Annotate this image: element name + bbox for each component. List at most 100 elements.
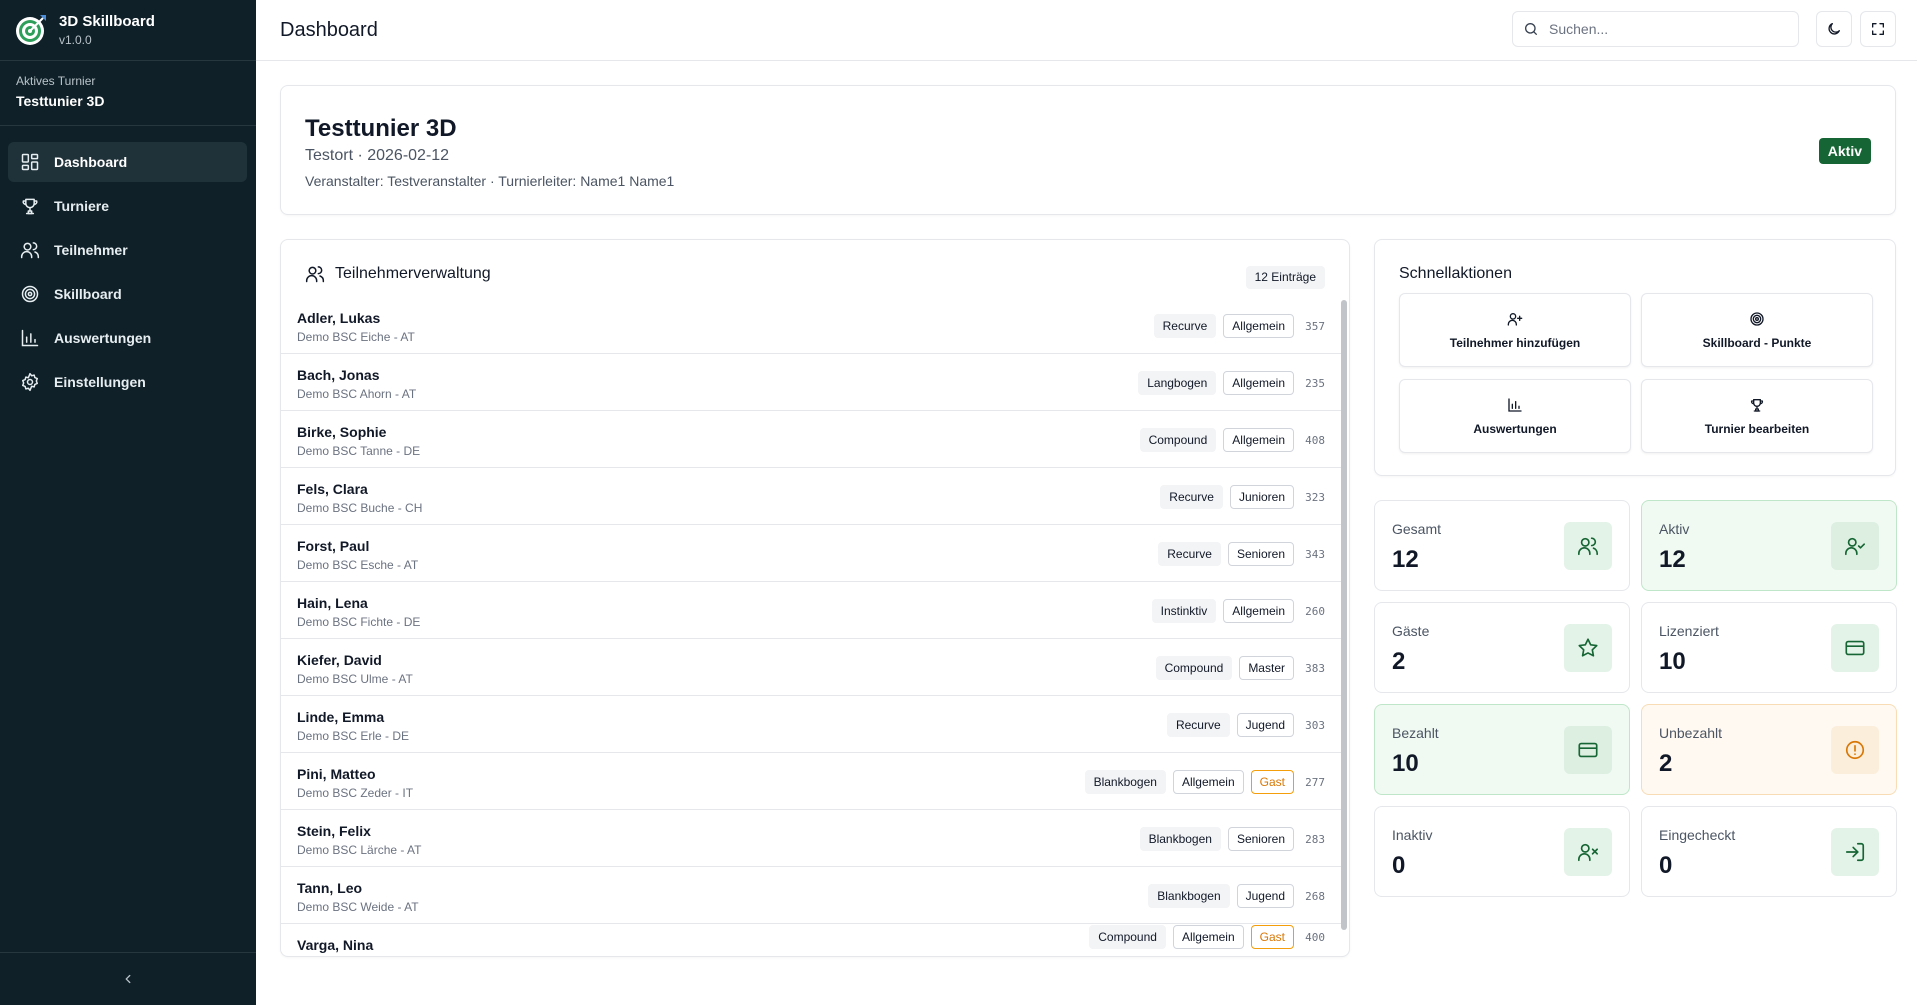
class-badge: Allgemein (1223, 314, 1294, 338)
participant-number: 408 (1305, 433, 1325, 447)
participant-number: 235 (1305, 376, 1325, 390)
active-tournament: Aktives Turnier Testtunier 3D (16, 74, 104, 110)
theme-toggle-button[interactable] (1816, 11, 1852, 47)
list-item[interactable]: Kiefer, David Demo BSC Ulme - AT Compound M… (281, 639, 1341, 696)
participant-number: 357 (1305, 319, 1325, 333)
bow-type-badge: Compound (1139, 428, 1217, 452)
participant-name: Forst, Paul (297, 538, 370, 554)
tournament-meta: Testort · 2026-02-12 (305, 147, 450, 164)
quick-actions-title: Schnellaktionen (1399, 265, 1512, 282)
participant-number: 268 (1305, 889, 1325, 903)
bow-type-badge: Blankbogen (1139, 827, 1221, 851)
list-item[interactable]: Tann, Leo Demo BSC Weide - AT Blankbogen Ju… (281, 867, 1341, 924)
participants-card: Teilnehmerverwaltung 12 Einträge Adler, … (280, 239, 1350, 957)
page-title: Dashboard (280, 19, 378, 41)
search-input[interactable] (1549, 21, 1789, 37)
class-badge: Allgemein (1223, 371, 1294, 395)
participant-club: Demo BSC Weide - AT (297, 900, 419, 914)
participant-name: Linde, Emma (297, 709, 385, 725)
stat-value: 0 (1659, 852, 1673, 879)
participants-list[interactable]: Adler, Lukas Demo BSC Eiche - AT Recurve Al… (281, 297, 1341, 956)
stat-label: Gesamt (1392, 521, 1442, 537)
participant-club: Demo BSC Tanne - DE (297, 444, 421, 458)
sidebar-item-label: Skillboard (54, 286, 122, 302)
sidebar-divider (0, 60, 256, 61)
participant-name: Kiefer, David (297, 652, 382, 668)
participant-name: Tann, Leo (297, 880, 363, 896)
participant-number: 303 (1305, 718, 1325, 732)
sidebar: 3D Skillboard v1.0.0 Aktives Turnier Tes… (0, 0, 256, 1005)
credit-card-icon (1845, 640, 1865, 656)
participant-number: 343 (1305, 547, 1325, 561)
bow-type-badge: Compound (1089, 925, 1166, 949)
participant-number: 400 (1305, 930, 1325, 944)
quick-action-label: Turnier bearbeiten (1704, 421, 1810, 436)
stat-card-unpaid: Unbezahlt 2 (1641, 704, 1897, 795)
skillboard-points-button[interactable]: Skillboard - Punkte (1641, 293, 1873, 367)
quick-action-label: Skillboard - Punkte (1702, 335, 1812, 350)
participant-club: Demo BSC Eiche - AT (297, 330, 415, 344)
app-version: v1.0.0 (59, 33, 92, 47)
sidebar-item-turniere[interactable]: Turniere (8, 186, 247, 226)
list-item[interactable]: Varga, Nina Compound Allgemein Gast 400 (281, 924, 1341, 956)
collapse-sidebar-button[interactable] (0, 953, 256, 1005)
participant-name: Birke, Sophie (297, 424, 387, 440)
dashboard-icon (21, 153, 39, 171)
active-tournament-label: Aktives Turnier (16, 74, 96, 88)
log-in-icon (1845, 842, 1865, 862)
chevron-left-icon (125, 974, 131, 984)
users-icon (305, 266, 325, 283)
sidebar-item-skillboard[interactable]: Skillboard (8, 274, 247, 314)
participant-club: Demo BSC Ahorn - AT (297, 387, 417, 401)
class-badge: Master (1239, 656, 1294, 680)
bow-type-badge: Recurve (1160, 485, 1223, 509)
stat-value: 10 (1392, 750, 1419, 777)
participants-title: Teilnehmerverwaltung (335, 265, 491, 282)
list-item[interactable]: Bach, Jonas Demo BSC Ahorn - AT Langbogen A… (281, 354, 1341, 411)
class-badge: Allgemein (1172, 770, 1244, 794)
status-badge: Aktiv (1818, 138, 1871, 164)
active-tournament-name: Testtunier 3D (16, 93, 105, 109)
guest-badge: Gast (1250, 925, 1294, 949)
gear-icon (22, 372, 38, 392)
list-item[interactable]: Linde, Emma Demo BSC Erle - DE Recurve Juge… (281, 696, 1341, 753)
stat-card-guests: Gäste 2 (1374, 602, 1630, 693)
stat-card-total: Gesamt 12 (1374, 500, 1630, 591)
add-participant-button[interactable]: Teilnehmer hinzufügen (1399, 293, 1631, 367)
list-item[interactable]: Fels, Clara Demo BSC Buche - CH Recurve Jun… (281, 468, 1341, 525)
bow-type-badge: Compound (1155, 656, 1233, 680)
sidebar-item-einstellungen[interactable]: Einstellungen (8, 362, 247, 402)
class-badge: Allgemein (1172, 925, 1244, 949)
participant-name: Varga, Nina (297, 937, 374, 953)
stat-card-inactive: Inaktiv 0 (1374, 806, 1630, 897)
scrollbar-thumb[interactable] (1341, 300, 1347, 930)
credit-card-icon (1578, 742, 1598, 758)
target-icon (1750, 311, 1764, 326)
quick-action-label: Auswertungen (1473, 421, 1557, 436)
participant-name: Hain, Lena (297, 595, 368, 611)
stat-value: 10 (1659, 648, 1686, 675)
list-item[interactable]: Pini, Matteo Demo BSC Zeder - IT Blankboge… (281, 753, 1341, 810)
sidebar-item-label: Teilnehmer (54, 242, 128, 258)
class-badge: Junioren (1229, 485, 1294, 509)
scrollbar[interactable] (1339, 297, 1349, 956)
list-item[interactable]: Adler, Lukas Demo BSC Eiche - AT Recurve Al… (281, 297, 1341, 354)
top-header: Dashboard (256, 0, 1917, 61)
evaluations-button[interactable]: Auswertungen (1399, 379, 1631, 453)
edit-tournament-button[interactable]: Turnier bearbeiten (1641, 379, 1873, 453)
list-item[interactable]: Stein, Felix Demo BSC Lärche - AT Blankbog… (281, 810, 1341, 867)
sidebar-item-dashboard[interactable]: Dashboard (8, 142, 247, 182)
moon-icon (1828, 23, 1840, 35)
sidebar-item-teilnehmer[interactable]: Teilnehmer (8, 230, 247, 270)
bow-type-badge: Blankbogen (1084, 770, 1166, 794)
list-item[interactable]: Forst, Paul Demo BSC Esche - AT Recurve Sen… (281, 525, 1341, 582)
sidebar-item-auswertungen[interactable]: Auswertungen (8, 318, 247, 358)
search-icon (1525, 23, 1537, 35)
search-box[interactable] (1512, 11, 1799, 47)
fullscreen-button[interactable] (1860, 11, 1896, 47)
participant-name: Adler, Lukas (297, 310, 381, 326)
stat-label: Unbezahlt (1659, 725, 1723, 741)
list-item[interactable]: Birke, Sophie Demo BSC Tanne - DE Compound… (281, 411, 1341, 468)
brand[interactable]: 3D Skillboard v1.0.0 (14, 12, 155, 48)
list-item[interactable]: Hain, Lena Demo BSC Fichte - DE Instinktiv… (281, 582, 1341, 639)
